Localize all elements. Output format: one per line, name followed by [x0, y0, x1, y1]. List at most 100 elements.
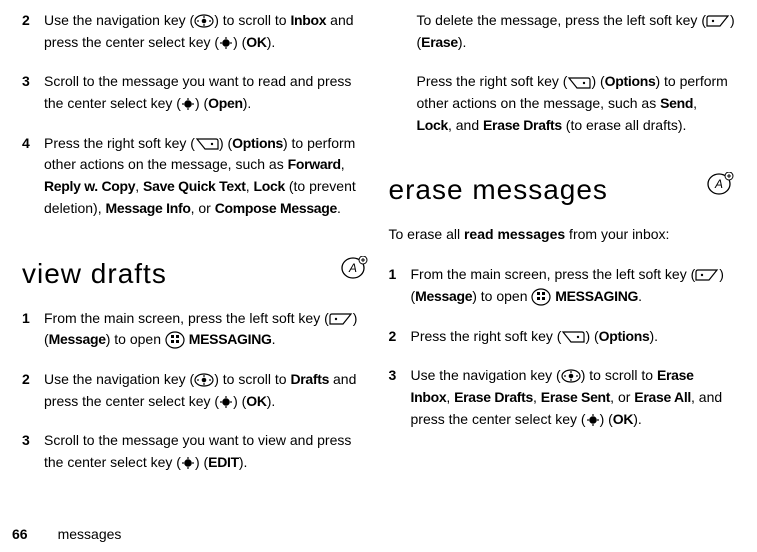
lock-label: Lock	[417, 117, 448, 133]
options-para: Press the right soft key () (Options) to…	[417, 71, 736, 136]
step-body: Press the right soft key () (Options) to…	[44, 133, 369, 220]
message-label: Message	[49, 331, 106, 347]
step-number: 3	[22, 430, 44, 473]
erase-intro: To erase all read messages from your inb…	[389, 224, 736, 246]
center-key-icon	[586, 413, 600, 427]
step-body: Press the right soft key ( ) (Options).	[411, 326, 736, 348]
text: Use the navigation key (	[411, 367, 561, 383]
step-number: 2	[22, 369, 44, 412]
view-step-2: 2 Use the navigation key () to scroll to…	[22, 369, 369, 412]
step-3: 3 Scroll to the message you want to read…	[22, 71, 369, 114]
text: , and	[448, 117, 483, 133]
center-key-icon	[181, 456, 195, 470]
step-body: From the main screen, press the left sof…	[411, 264, 736, 307]
left-soft-key-icon	[329, 313, 353, 325]
step-number: 2	[389, 326, 411, 348]
right-soft-key-icon	[567, 77, 591, 89]
options-label: Options	[232, 135, 283, 151]
text: ) (	[585, 328, 598, 344]
text: .	[272, 331, 276, 347]
text: Press the right soft key (	[411, 328, 562, 344]
send-label: Send	[660, 95, 693, 111]
erase-sent-label: Erase Sent	[541, 389, 610, 405]
erase-label: Erase	[421, 34, 458, 50]
menu-key-icon	[165, 331, 185, 349]
nav-key-icon	[194, 373, 214, 387]
text: , or	[191, 200, 215, 216]
step-body: Scroll to the message you want to view a…	[44, 430, 369, 473]
messaging-label: MESSAGING	[189, 331, 272, 347]
options-label: Options	[599, 328, 650, 344]
text: ).	[267, 393, 276, 409]
footer-section: messages	[58, 526, 122, 542]
right-soft-key-icon	[195, 138, 219, 150]
text: , or	[610, 389, 634, 405]
right-column: To delete the message, press the left so…	[379, 0, 746, 492]
text: ) (	[233, 393, 246, 409]
text: ).	[458, 34, 467, 50]
ok-label: OK	[613, 411, 633, 427]
forward-label: Forward	[288, 156, 341, 172]
text: ).	[239, 454, 248, 470]
step-number: 3	[22, 71, 44, 114]
inbox-label: Inbox	[290, 12, 326, 28]
lock-label: Lock	[253, 178, 284, 194]
center-key-icon	[219, 395, 233, 409]
nav-key-icon	[561, 369, 581, 383]
text: ).	[649, 328, 658, 344]
message-info-label: Message Info	[105, 200, 190, 216]
text: ) (	[195, 454, 208, 470]
text: ) (	[233, 34, 246, 50]
erase-all-label: Erase All	[634, 389, 691, 405]
text: ) (	[195, 95, 208, 111]
text: To delete the message, press the left so…	[417, 12, 706, 28]
save-quick-text-label: Save Quick Text	[143, 178, 246, 194]
nav-key-icon	[194, 14, 214, 28]
text: from your inbox:	[565, 226, 669, 242]
text: .	[337, 200, 341, 216]
edit-label: EDIT	[208, 454, 239, 470]
erase-step-1: 1 From the main screen, press the left s…	[389, 264, 736, 307]
step-number: 2	[22, 10, 44, 53]
text: ) to open	[472, 288, 531, 304]
view-step-3: 3 Scroll to the message you want to view…	[22, 430, 369, 473]
step-number: 4	[22, 133, 44, 220]
text: ,	[693, 95, 697, 111]
page-number: 66	[12, 526, 28, 542]
ok-label: OK	[246, 393, 266, 409]
ok-label: OK	[246, 34, 266, 50]
text: ).	[633, 411, 642, 427]
left-soft-key-icon	[695, 269, 719, 281]
menu-key-icon	[531, 288, 551, 306]
text: ) to scroll to	[581, 367, 657, 383]
step-body: Scroll to the message you want to read a…	[44, 71, 369, 114]
options-label: Options	[605, 73, 656, 89]
text: Press the right soft key (	[44, 135, 195, 151]
text: From the main screen, press the left sof…	[411, 266, 696, 282]
step-number: 1	[22, 308, 44, 351]
text: ).	[267, 34, 276, 50]
step-body: Use the navigation key () to scroll to D…	[44, 369, 369, 412]
delete-para: To delete the message, press the left so…	[417, 10, 736, 53]
open-label: Open	[208, 95, 243, 111]
step-body: Use the navigation key ( ) to scroll to E…	[411, 365, 736, 430]
compose-message-label: Compose Message	[215, 200, 337, 216]
step-number: 1	[389, 264, 411, 307]
erase-drafts-label: Erase Drafts	[483, 117, 562, 133]
page-footer: 66 messages	[12, 526, 121, 542]
text: ) to scroll to	[214, 371, 290, 387]
step-number: 3	[389, 365, 411, 430]
text: From the main screen, press the left sof…	[44, 310, 329, 326]
erase-step-2: 2 Press the right soft key ( ) (Options).	[389, 326, 736, 348]
center-key-icon	[219, 36, 233, 50]
text: Use the navigation key (	[44, 12, 194, 28]
text: (to erase all drafts).	[562, 117, 687, 133]
view-drafts-heading-row: view drafts	[22, 238, 369, 298]
read-messages-bold: read messages	[464, 226, 565, 242]
text: ,	[341, 156, 345, 172]
step-2: 2 Use the navigation key () to scroll to…	[22, 10, 369, 53]
text: ) (	[219, 135, 232, 151]
center-key-icon	[181, 97, 195, 111]
left-column: 2 Use the navigation key () to scroll to…	[12, 0, 379, 492]
text: ,	[533, 389, 541, 405]
